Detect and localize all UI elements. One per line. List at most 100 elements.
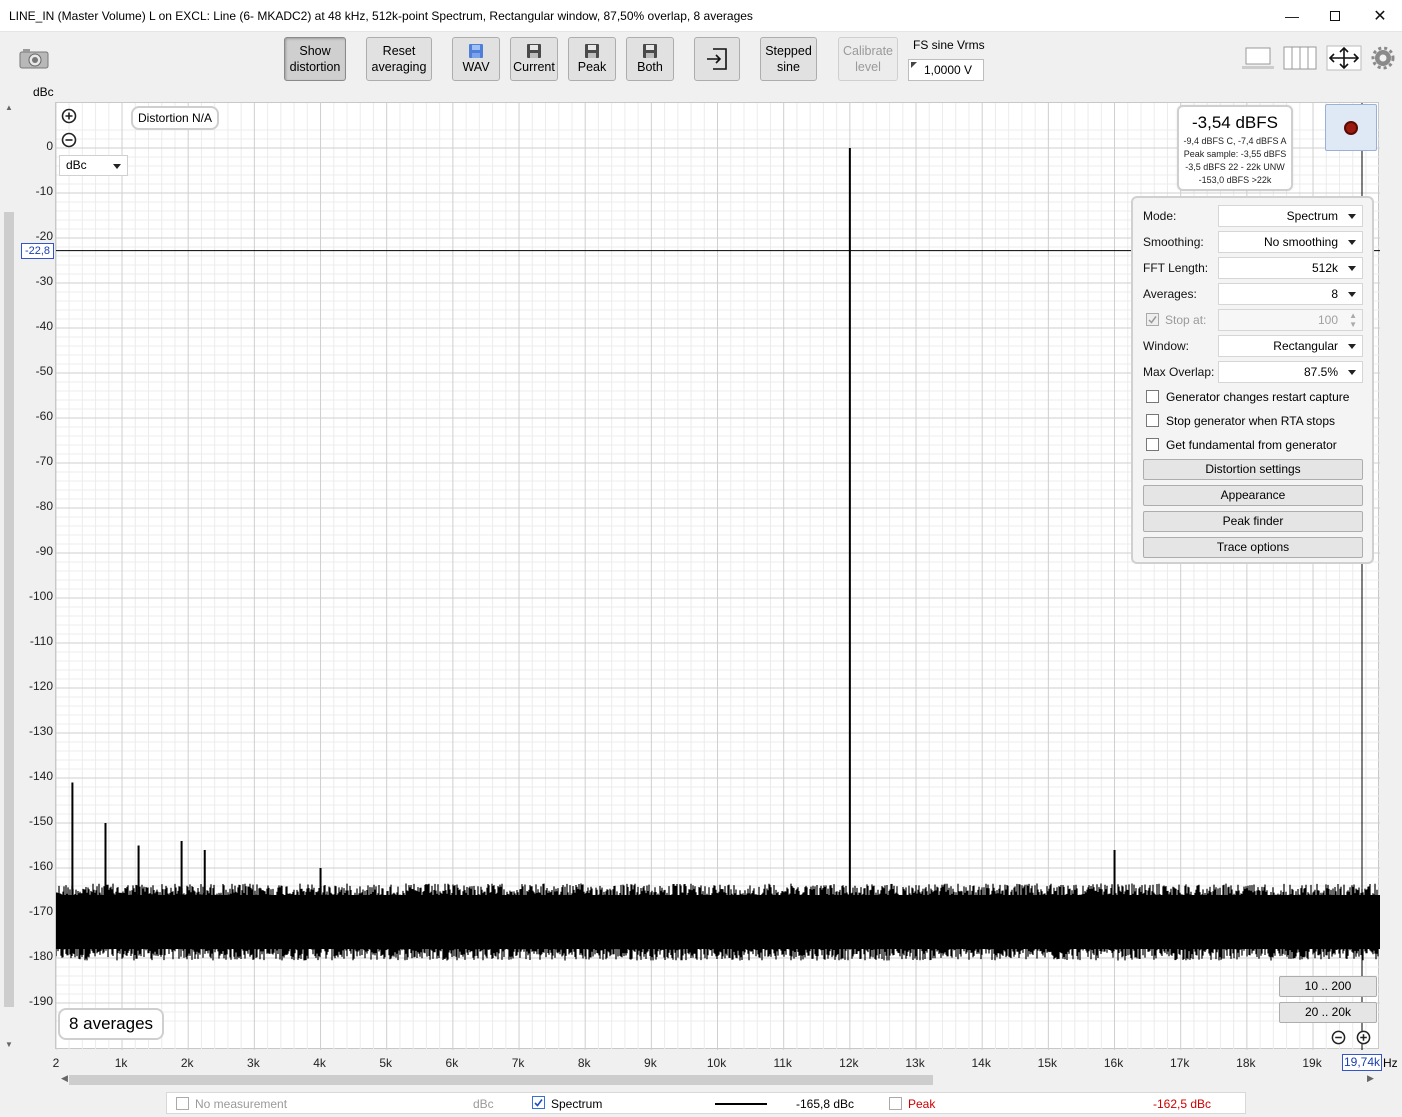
stepped-sine-button[interactable]: Stepped sine xyxy=(760,37,817,81)
horizontal-scrollbar[interactable]: ◀ ▶ xyxy=(57,1073,1379,1087)
x-tick-label: 10k xyxy=(706,1056,727,1070)
y-axis-unit: dBc xyxy=(33,85,54,99)
trace-options-button[interactable]: Trace options xyxy=(1143,537,1363,558)
spectrum-line-swatch xyxy=(715,1103,767,1105)
chevron-down-icon xyxy=(1348,344,1356,349)
spectrum-checkbox[interactable] xyxy=(532,1096,545,1109)
y-tick-label: -180 xyxy=(28,949,53,963)
fs-sine-input[interactable]: 1,0000 V xyxy=(908,59,984,81)
stop-at-input[interactable]: 100 ▲ ▼ xyxy=(1218,309,1363,331)
stop-at-checkbox[interactable] xyxy=(1146,313,1159,326)
x-tick-label: 6k xyxy=(445,1056,459,1070)
close-icon[interactable]: ✕ xyxy=(1357,0,1402,32)
stop-at-label: Stop at: xyxy=(1165,313,1207,327)
cursor-x-readout: 19,74k xyxy=(1342,1054,1382,1071)
peak-label: Peak xyxy=(908,1097,936,1111)
reset-averaging-button[interactable]: Reset averaging xyxy=(366,37,432,81)
calibrate-level-button[interactable]: Calibrate level xyxy=(838,37,898,81)
export-button[interactable] xyxy=(694,37,740,81)
y-tick-label: -30 xyxy=(35,274,53,288)
averages-select[interactable]: 8 xyxy=(1218,283,1363,305)
smoothing-select[interactable]: No smoothing xyxy=(1218,231,1363,253)
range-10-200-button[interactable]: 10 .. 200 xyxy=(1279,976,1377,997)
monitor-icon[interactable] xyxy=(1240,45,1276,71)
peak-finder-button[interactable]: Peak finder xyxy=(1143,511,1363,532)
range-20-20k-button[interactable]: 20 .. 20k xyxy=(1279,1002,1377,1023)
chevron-down-icon xyxy=(1348,292,1356,297)
record-button[interactable] xyxy=(1325,104,1377,151)
y-tick-label: 0 xyxy=(46,139,53,153)
dropdown-corner-icon xyxy=(911,62,917,68)
level-readout[interactable]: -3,54 dBFS -9,4 dBFS C, -7,4 dBFS A Peak… xyxy=(1177,105,1293,191)
x-tick-label: 2 xyxy=(52,1056,60,1070)
window-title: LINE_IN (Master Volume) L on EXCL: Line … xyxy=(9,9,753,23)
zoom-out-icon[interactable] xyxy=(61,132,77,148)
no-measurement-checkbox[interactable] xyxy=(176,1097,189,1110)
resize-arrows-icon[interactable] xyxy=(1326,45,1362,71)
save-both-button[interactable]: Both xyxy=(626,37,674,81)
fft-length-select[interactable]: 512k xyxy=(1218,257,1363,279)
smoothing-label: Smoothing: xyxy=(1143,235,1204,249)
cursor-y-readout: -22,8 xyxy=(21,243,54,259)
camera-icon[interactable] xyxy=(18,46,50,70)
y-tick-label: -140 xyxy=(28,769,53,783)
scroll-down-icon[interactable]: ▼ xyxy=(5,1040,13,1049)
scroll-up-icon[interactable]: ▲ xyxy=(5,103,13,112)
spinner-icon: ▲ ▼ xyxy=(1349,311,1357,329)
mode-select[interactable]: Spectrum xyxy=(1218,205,1363,227)
minimize-icon[interactable]: — xyxy=(1269,0,1315,32)
x-tick-label: 18k xyxy=(1236,1056,1256,1070)
chevron-down-icon xyxy=(1348,370,1356,375)
scroll-right-icon[interactable]: ▶ xyxy=(1367,1073,1374,1084)
y-tick-label: -110 xyxy=(29,634,53,648)
level-weighted: -9,4 dBFS C, -7,4 dBFS A xyxy=(1183,136,1287,146)
appearance-button[interactable]: Appearance xyxy=(1143,485,1363,506)
x-axis-unit: Hz xyxy=(1383,1056,1398,1070)
floppy-icon xyxy=(469,43,483,58)
save-wav-button[interactable]: WAV xyxy=(452,37,500,81)
restart-capture-checkbox[interactable] xyxy=(1146,390,1159,403)
x-zoom-out-icon[interactable] xyxy=(1331,1030,1346,1045)
window-label: Window: xyxy=(1143,339,1190,353)
y-tick-label: -130 xyxy=(28,724,53,738)
chevron-down-icon xyxy=(1348,214,1356,219)
scroll-left-icon[interactable]: ◀ xyxy=(61,1073,68,1084)
peak-checkbox[interactable] xyxy=(889,1097,902,1110)
zoom-in-icon[interactable] xyxy=(61,108,77,124)
unit-select[interactable]: dBc xyxy=(59,155,128,176)
window-select[interactable]: Rectangular xyxy=(1218,335,1363,357)
gear-icon[interactable] xyxy=(1371,46,1395,70)
y-tick-label: -160 xyxy=(28,859,53,873)
y-tick-label: -10 xyxy=(35,184,53,198)
chevron-down-icon xyxy=(1348,266,1356,271)
fundamental-label: Get fundamental from generator xyxy=(1166,438,1337,452)
x-tick-label: 7k xyxy=(511,1056,525,1070)
x-tick-label: 4k xyxy=(313,1056,326,1070)
record-icon xyxy=(1344,120,1358,135)
save-current-button[interactable]: Current xyxy=(510,37,558,81)
no-measurement-label: No measurement xyxy=(195,1097,288,1111)
show-distortion-button[interactable]: Show distortion xyxy=(284,37,346,81)
y-tick-label: -120 xyxy=(28,679,53,693)
stop-generator-checkbox[interactable] xyxy=(1146,414,1159,427)
spectrum-value: -165,8 dBc xyxy=(796,1097,855,1111)
peak-value: -162,5 dBc xyxy=(1153,1097,1212,1111)
x-zoom-in-icon[interactable] xyxy=(1356,1030,1371,1045)
fundamental-checkbox[interactable] xyxy=(1146,438,1159,451)
distortion-settings-button[interactable]: Distortion settings xyxy=(1143,459,1363,480)
maximize-icon[interactable] xyxy=(1312,0,1358,32)
save-peak-button[interactable]: Peak xyxy=(568,37,616,81)
y-tick-label: -70 xyxy=(35,454,53,468)
distortion-status[interactable]: Distortion N/A xyxy=(131,106,219,130)
level-peak-sample: Peak sample: -3,55 dBFS xyxy=(1183,149,1287,159)
level-above-22k: -153,0 dBFS >22k xyxy=(1198,175,1272,185)
scrollbar-thumb[interactable] xyxy=(69,1075,933,1085)
y-tick-label: -150 xyxy=(28,814,53,828)
settings-panel: Mode: Spectrum Smoothing: No smoothing F… xyxy=(1131,196,1374,564)
x-tick-label: 5k xyxy=(379,1056,393,1070)
columns-icon[interactable] xyxy=(1282,45,1318,71)
trace-legend: No measurement dBc Spectrum -165,8 dBc P… xyxy=(166,1092,1246,1114)
max-overlap-select[interactable]: 87.5% xyxy=(1218,361,1363,383)
floppy-icon xyxy=(527,43,541,58)
chevron-down-icon xyxy=(1348,240,1356,245)
